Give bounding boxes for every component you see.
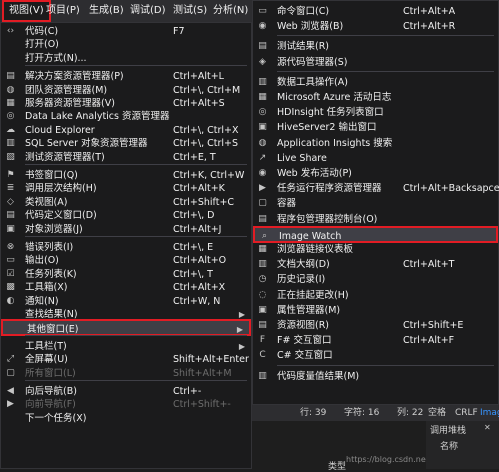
view-menu-separator [25, 164, 247, 165]
other-windows-item-label: 代码度量值结果(M) [277, 370, 360, 382]
view-menu-separator [25, 65, 247, 67]
view-menu-separator [25, 380, 247, 381]
status-line: 行: 39 [300, 408, 327, 418]
fullscreen-icon: ⤢ [6, 354, 15, 365]
call-stack-panel: 调用堆栈 ✕ 名称 类型 [328, 421, 499, 472]
solution-explorer-icon: ▤ [6, 71, 15, 82]
object-browser-icon: ▣ [6, 223, 15, 234]
view-menu-separator [25, 334, 247, 336]
error-list-icon: ⊗ [6, 242, 15, 252]
team-explorer-icon: ◍ [6, 84, 15, 95]
menu-bar: 视图(V) 项目(P) 生成(B) 调试(D) 测试(S) 分析(N) [0, 0, 252, 22]
view-menu-item[interactable]: 下一个任务(X) [1, 410, 251, 427]
status-eol[interactable]: CRLF [455, 405, 478, 421]
property-manager-icon: ▣ [258, 304, 267, 315]
all-windows-icon: ▢ [6, 367, 15, 378]
azure-log-icon: ▦ [258, 92, 267, 102]
call-stack-title: 调用堆栈 [430, 426, 467, 436]
other-windows-item[interactable]: C C# 交互窗口 [253, 347, 498, 364]
pin-icon[interactable]: ✕ [484, 423, 491, 432]
notification-icon: ◐ [6, 295, 15, 306]
test-explorer-icon: ▧ [6, 151, 15, 162]
command-window-icon: ▭ [258, 6, 267, 16]
other-windows-separator [277, 70, 494, 72]
pending-changes-icon: ◌ [258, 289, 267, 300]
menubar-item-1[interactable]: 项目(P) [41, 0, 85, 22]
bookmark-icon: ⚑ [6, 170, 15, 180]
output-icon: ▭ [6, 255, 15, 266]
sql-server-icon: ▥ [6, 138, 15, 149]
view-menu: ‹› 代码(C) F7 打开(O) 打开方式(N)... ▤ 解决方案资源管理器(P) Ctr… [0, 22, 252, 469]
other-windows-item[interactable]: ◈ 源代码管理器(S) [253, 54, 498, 71]
package-manager-icon: ▤ [258, 213, 267, 224]
cloud-icon: ☁ [6, 124, 15, 135]
code-definition-icon: ▤ [6, 210, 15, 221]
hiveserver-icon: ▣ [258, 122, 267, 133]
csharp-icon: C [259, 350, 266, 361]
status-char: 字符: 16 [344, 408, 380, 418]
fsharp-icon: F [259, 335, 266, 346]
test-results-icon: ▤ [258, 41, 267, 52]
code-metrics-icon: ▥ [258, 370, 267, 381]
server-explorer-icon: ▦ [6, 98, 15, 108]
web-publish-icon: ◉ [258, 168, 267, 178]
menubar-item-2[interactable]: 生成(B) [84, 0, 129, 22]
task-list-icon: ☑ [6, 268, 15, 279]
other-windows-submenu: ▭ 命令窗口(C) Ctrl+Alt+A ◉ Web 浏览器(B) Ctrl+Alt+R ▤… [252, 0, 499, 405]
data-tools-icon: ▥ [258, 76, 267, 87]
other-windows-item-label: C# 交互窗口 [277, 350, 333, 362]
history-icon: ◷ [258, 274, 267, 285]
source-control-icon: ◈ [259, 56, 266, 67]
other-windows-separator [277, 364, 494, 366]
submenu-arrow-icon: ▶ [236, 325, 243, 335]
column-name: 名称 [440, 442, 459, 452]
toolbox-icon: ▩ [6, 282, 15, 293]
other-windows-item-label: 源代码管理器(S) [277, 56, 348, 68]
menubar-item-4[interactable]: 测试(S) [168, 0, 212, 22]
image-watch-tab[interactable]: Image W [480, 405, 499, 421]
class-view-icon: ◇ [7, 196, 14, 207]
hdinsight-icon: ◎ [258, 107, 267, 118]
browser-link-icon: ▦ [258, 244, 267, 254]
other-windows-item-shortcut: Ctrl+Alt+R [403, 21, 456, 33]
navigate-back-icon: ◀ [7, 386, 14, 396]
column-type: 类型 [328, 462, 347, 472]
live-share-icon: ↗ [258, 152, 267, 163]
web-browser-icon: ◉ [258, 21, 267, 32]
other-windows-item[interactable]: ▥ 代码度量值结果(M) [253, 368, 498, 385]
other-windows-separator [277, 35, 494, 37]
status-bar: 行: 39 字符: 16 列: 22 空格 CRLF Image W [252, 405, 499, 421]
status-col: 列: 22 [397, 408, 424, 418]
container-icon: ▢ [258, 198, 267, 209]
resource-view-icon: ▤ [258, 320, 267, 330]
document-outline-icon: ▥ [258, 259, 267, 270]
menubar-item-5[interactable]: 分析(N) [208, 0, 253, 22]
call-hierarchy-icon: ≣ [6, 183, 15, 194]
status-mode[interactable]: 空格 [428, 405, 446, 421]
navigate-forward-icon: ▶ [7, 399, 14, 410]
data-lake-icon: ◎ [6, 111, 15, 122]
view-menu-item-label: 下一个任务(X) [25, 412, 87, 424]
other-windows-item-label: Web 浏览器(B) [277, 21, 344, 33]
view-menu-separator [25, 236, 247, 237]
menubar-item-3[interactable]: 调试(D) [125, 0, 171, 22]
view-menu-item-label: 其他窗口(E) [27, 324, 79, 336]
app-insights-icon: ◍ [258, 137, 267, 148]
code-icon: ‹› [6, 26, 15, 36]
other-windows-item[interactable]: ◉ Web 浏览器(B) Ctrl+Alt+R [253, 18, 498, 35]
task-runner-icon: ▶ [259, 183, 266, 194]
